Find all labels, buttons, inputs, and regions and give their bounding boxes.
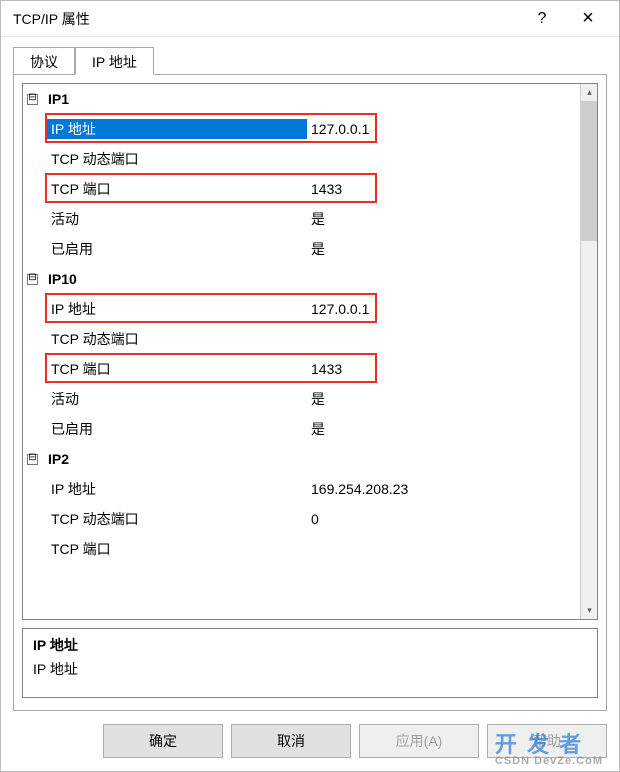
tabpanel-ip-address: ⊟IP1IP 地址127.0.0.1TCP 动态端口TCP 端口1433活动是已… (13, 74, 607, 711)
window-title: TCP/IP 属性 (13, 9, 519, 29)
property-row[interactable]: IP 地址127.0.0.1 (23, 114, 580, 144)
property-row[interactable]: TCP 端口 (23, 534, 580, 564)
collapse-icon[interactable]: ⊟ (27, 94, 38, 105)
property-row[interactable]: 活动是 (23, 204, 580, 234)
help-button[interactable]: ? (519, 1, 565, 37)
tabstrip: 协议 IP 地址 (13, 47, 607, 75)
scrollbar-thumb[interactable] (581, 101, 598, 241)
description-body: IP 地址 (33, 659, 587, 679)
group-title: IP10 (48, 271, 77, 287)
property-label: 已启用 (47, 239, 307, 259)
description-panel: IP 地址 IP 地址 (22, 628, 598, 698)
property-label: IP 地址 (47, 119, 307, 139)
collapse-icon[interactable]: ⊟ (27, 274, 38, 285)
property-label: IP 地址 (47, 299, 307, 319)
property-row[interactable]: 已启用是 (23, 234, 580, 264)
scroll-down-icon[interactable]: ▾ (581, 602, 598, 619)
ok-button[interactable]: 确定 (103, 724, 223, 758)
property-value[interactable]: 是 (307, 239, 580, 259)
property-value[interactable]: 1433 (307, 181, 580, 197)
group-title: IP2 (48, 451, 69, 467)
description-title: IP 地址 (33, 635, 587, 655)
property-label: TCP 动态端口 (47, 149, 307, 169)
content-area: 协议 IP 地址 ⊟IP1IP 地址127.0.0.1TCP 动态端口TCP 端… (1, 37, 619, 711)
property-value[interactable]: 169.254.208.23 (307, 481, 580, 497)
property-label: TCP 端口 (47, 539, 307, 559)
property-grid: ⊟IP1IP 地址127.0.0.1TCP 动态端口TCP 端口1433活动是已… (22, 83, 598, 620)
group-title: IP1 (48, 91, 69, 107)
property-label: TCP 端口 (47, 359, 307, 379)
titlebar: TCP/IP 属性 ? × (1, 1, 619, 37)
property-label: 已启用 (47, 419, 307, 439)
group-header[interactable]: ⊟ IP10 (23, 264, 580, 294)
tab-protocol[interactable]: 协议 (13, 47, 75, 75)
property-row[interactable]: IP 地址127.0.0.1 (23, 294, 580, 324)
property-row[interactable]: 已启用是 (23, 414, 580, 444)
property-value[interactable]: 是 (307, 389, 580, 409)
property-value[interactable]: 1433 (307, 361, 580, 377)
property-value[interactable]: 0 (307, 511, 580, 527)
close-button[interactable]: × (565, 1, 611, 37)
property-label: IP 地址 (47, 479, 307, 499)
property-row[interactable]: TCP 动态端口0 (23, 504, 580, 534)
property-row[interactable]: TCP 端口1433 (23, 174, 580, 204)
property-value[interactable]: 是 (307, 209, 580, 229)
property-label: 活动 (47, 389, 307, 409)
group-header[interactable]: ⊟ IP2 (23, 444, 580, 474)
property-label: TCP 端口 (47, 179, 307, 199)
property-row[interactable]: TCP 端口1433 (23, 354, 580, 384)
property-value[interactable]: 127.0.0.1 (307, 301, 580, 317)
collapse-icon[interactable]: ⊟ (27, 454, 38, 465)
button-bar: 确定 取消 应用(A) 帮助 开 发 者 CSDN DevZe.CoM (1, 711, 619, 771)
property-row[interactable]: 活动是 (23, 384, 580, 414)
property-row[interactable]: TCP 动态端口 (23, 324, 580, 354)
group-header[interactable]: ⊟ IP1 (23, 84, 580, 114)
scrollbar-vertical[interactable]: ▴ ▾ (580, 84, 597, 619)
property-value[interactable]: 是 (307, 419, 580, 439)
property-grid-scroll[interactable]: ⊟IP1IP 地址127.0.0.1TCP 动态端口TCP 端口1433活动是已… (23, 84, 580, 619)
property-row[interactable]: TCP 动态端口 (23, 144, 580, 174)
dialog-window: TCP/IP 属性 ? × 协议 IP 地址 ⊟IP1IP 地址127.0.0.… (0, 0, 620, 772)
cancel-button[interactable]: 取消 (231, 724, 351, 758)
property-value[interactable]: 127.0.0.1 (307, 121, 580, 137)
property-row[interactable]: IP 地址169.254.208.23 (23, 474, 580, 504)
scroll-up-icon[interactable]: ▴ (581, 84, 598, 101)
help-button-bottom[interactable]: 帮助 (487, 724, 607, 758)
property-label: TCP 动态端口 (47, 329, 307, 349)
tab-ip-address[interactable]: IP 地址 (75, 47, 154, 75)
property-label: TCP 动态端口 (47, 509, 307, 529)
property-label: 活动 (47, 209, 307, 229)
apply-button[interactable]: 应用(A) (359, 724, 479, 758)
